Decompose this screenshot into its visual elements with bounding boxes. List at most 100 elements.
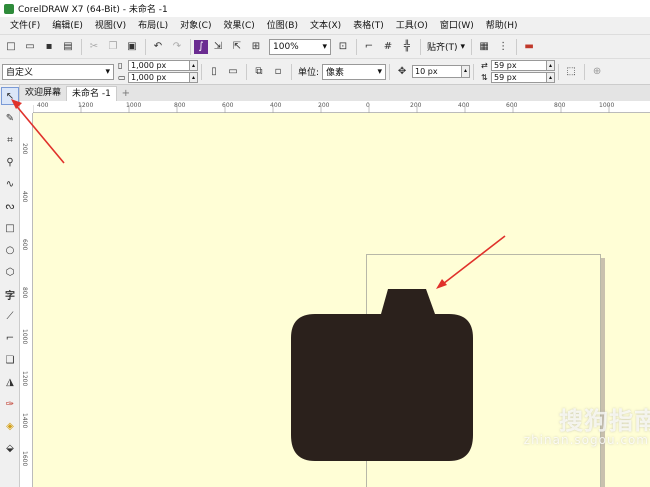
menu-help[interactable]: 帮助(H) — [480, 17, 524, 35]
full-screen-icon[interactable]: ⊡ — [334, 38, 352, 56]
menu-effects[interactable]: 效果(C) — [217, 17, 260, 35]
zoom-level-select[interactable]: 100% ▾ — [269, 38, 331, 55]
application-launcher-icon[interactable]: ⋮ — [494, 38, 512, 56]
toolbar-separator — [190, 38, 191, 55]
dup-y-icon: ⇅ — [481, 73, 488, 82]
current-page-icon[interactable]: ▫ — [269, 63, 287, 81]
page-width-input[interactable]: 1,000 px — [128, 60, 190, 71]
menu-table[interactable]: 表格(T) — [347, 17, 390, 35]
height-spinner[interactable]: ▴ — [190, 72, 198, 83]
page-preset-select[interactable]: 自定义 ▾ — [2, 63, 114, 80]
drawing-canvas[interactable]: 搜狗指南 zhinan.sogou.com — [33, 113, 650, 487]
duplicate-x-input[interactable]: 59 px — [491, 60, 548, 71]
units-select[interactable]: 像素 ▾ — [322, 63, 387, 80]
show-grid-icon[interactable]: # — [379, 38, 397, 56]
quick-customize-icon[interactable]: ⊕ — [588, 63, 606, 81]
save-icon[interactable]: ▪ — [40, 38, 58, 56]
menu-bar: 文件(F) 编辑(E) 视图(V) 布局(L) 对象(C) 效果(C) 位图(B… — [0, 17, 650, 35]
standard-toolbar: □ ▭ ▪ ▤ ✂ ❐ ▣ ↶ ↷ ∫ ⇲ ⇱ ⊞ 100% ▾ ⊡ ⌐ # ╬… — [0, 35, 650, 59]
cut-icon[interactable]: ✂ — [85, 38, 103, 56]
toolbar-separator — [389, 63, 391, 80]
treat-as-filled-icon[interactable]: ⬚ — [562, 63, 580, 81]
open-icon[interactable]: ▭ — [21, 38, 39, 56]
toolbar-separator — [145, 38, 146, 55]
show-guidelines-icon[interactable]: ╬ — [398, 38, 416, 56]
horizontal-ruler: 400 1200 1000 800 600 400 200 0 200 400 … — [33, 101, 650, 113]
toolbar-separator — [584, 63, 586, 80]
ruler-label: 800 — [21, 287, 28, 299]
toolbar-separator — [291, 63, 292, 80]
new-document-icon[interactable]: □ — [2, 38, 20, 56]
coreldraw-logo-icon — [4, 3, 14, 14]
drop-shadow-tool-icon[interactable]: ❑ — [1, 351, 19, 369]
property-bar: 自定义 ▾ ▯ 1,000 px ▴ ▭ 1,000 px ▴ ▯ ▭ ⧉ ▫ … — [0, 59, 650, 85]
height-icon: ▭ — [118, 73, 126, 82]
menu-view[interactable]: 视图(V) — [89, 17, 132, 35]
polygon-tool-icon[interactable]: ⬡ — [1, 263, 19, 281]
toolbar-separator — [246, 63, 247, 80]
landscape-icon[interactable]: ▭ — [224, 63, 242, 81]
toolbar-separator — [558, 63, 560, 80]
snap-to-dropdown[interactable]: 贴齐(T) ▾ — [424, 40, 468, 54]
copy-icon[interactable]: ❐ — [104, 38, 122, 56]
freehand-tool-icon[interactable]: ∿ — [1, 175, 19, 193]
toolbar-separator — [420, 38, 421, 55]
show-rulers-icon[interactable]: ⌐ — [360, 38, 378, 56]
add-tab-icon[interactable]: + — [119, 88, 133, 101]
menu-window[interactable]: 窗口(W) — [434, 17, 480, 35]
color-eyedropper-tool-icon[interactable]: ✑ — [1, 395, 19, 413]
welcome-screen-icon[interactable]: ▬ — [520, 38, 538, 56]
width-icon: ▯ — [118, 61, 123, 70]
window-title: CorelDRAW X7 (64-Bit) - 未命名 -1 — [18, 5, 168, 15]
export-icon[interactable]: ⇱ — [228, 38, 246, 56]
connector-tool-icon[interactable]: ⌐ — [1, 329, 19, 347]
nudge-spinner[interactable]: ▴ — [462, 65, 471, 78]
tab-untitled-1[interactable]: 未命名 -1 — [66, 86, 117, 101]
print-icon[interactable]: ▤ — [59, 38, 77, 56]
chevron-down-icon: ▾ — [322, 41, 327, 52]
menu-layout[interactable]: 布局(L) — [132, 17, 174, 35]
dup-y-spinner[interactable]: ▴ — [547, 72, 556, 83]
undo-icon[interactable]: ↶ — [149, 38, 167, 56]
document-tab-bar: 欢迎屏幕 未命名 -1 + — [20, 85, 650, 101]
transparency-tool-icon[interactable]: ◮ — [1, 373, 19, 391]
ruler-label: 1400 — [21, 413, 28, 429]
toolbar-separator — [201, 63, 202, 80]
ellipse-tool-icon[interactable]: ○ — [1, 241, 19, 259]
ruler-label: 1600 — [21, 451, 28, 467]
duplicate-y-input[interactable]: 59 px — [491, 72, 548, 83]
chevron-down-icon: ▾ — [105, 66, 110, 77]
page-height-input[interactable]: 1,000 px — [128, 72, 190, 83]
options-icon[interactable]: ▦ — [475, 38, 493, 56]
interactive-fill-tool-icon[interactable]: ◈ — [1, 417, 19, 435]
menu-tools[interactable]: 工具(O) — [390, 17, 434, 35]
import-icon[interactable]: ⇲ — [209, 38, 227, 56]
search-content-icon[interactable]: ∫ — [194, 39, 208, 54]
menu-edit[interactable]: 编辑(E) — [46, 17, 89, 35]
toolbar-separator — [473, 63, 475, 80]
toolbar-separator — [471, 38, 473, 55]
portrait-icon[interactable]: ▯ — [205, 63, 223, 81]
menu-file[interactable]: 文件(F) — [4, 17, 46, 35]
horizontal-ruler-ticks — [33, 105, 610, 113]
text-tool-icon[interactable]: 字 — [1, 285, 19, 303]
nudge-distance-input[interactable]: 10 px — [412, 65, 463, 78]
redo-icon[interactable]: ↷ — [168, 38, 186, 56]
duplicate-distance-fields: ⇄ 59 px ▴ ⇅ 59 px ▴ — [481, 60, 556, 84]
menu-text[interactable]: 文本(X) — [304, 17, 347, 35]
dup-x-spinner[interactable]: ▴ — [547, 60, 556, 71]
ruler-label: 400 — [21, 191, 28, 203]
menu-bitmaps[interactable]: 位图(B) — [261, 17, 304, 35]
paste-icon[interactable]: ▣ — [123, 38, 141, 56]
rectangle-tool-icon[interactable]: □ — [1, 219, 19, 237]
toolbar-separator — [516, 38, 518, 55]
smart-fill-tool-icon[interactable]: ⬙ — [1, 439, 19, 457]
parallel-dimension-tool-icon[interactable]: ⟋ — [1, 307, 19, 325]
ruler-label: 600 — [21, 239, 28, 251]
width-spinner[interactable]: ▴ — [190, 60, 198, 71]
ruler-label: 1000 — [21, 329, 28, 345]
all-pages-icon[interactable]: ⧉ — [250, 63, 268, 81]
menu-object[interactable]: 对象(C) — [174, 17, 217, 35]
publish-pdf-icon[interactable]: ⊞ — [247, 38, 265, 56]
artistic-media-tool-icon[interactable]: ᔓ — [1, 197, 19, 215]
